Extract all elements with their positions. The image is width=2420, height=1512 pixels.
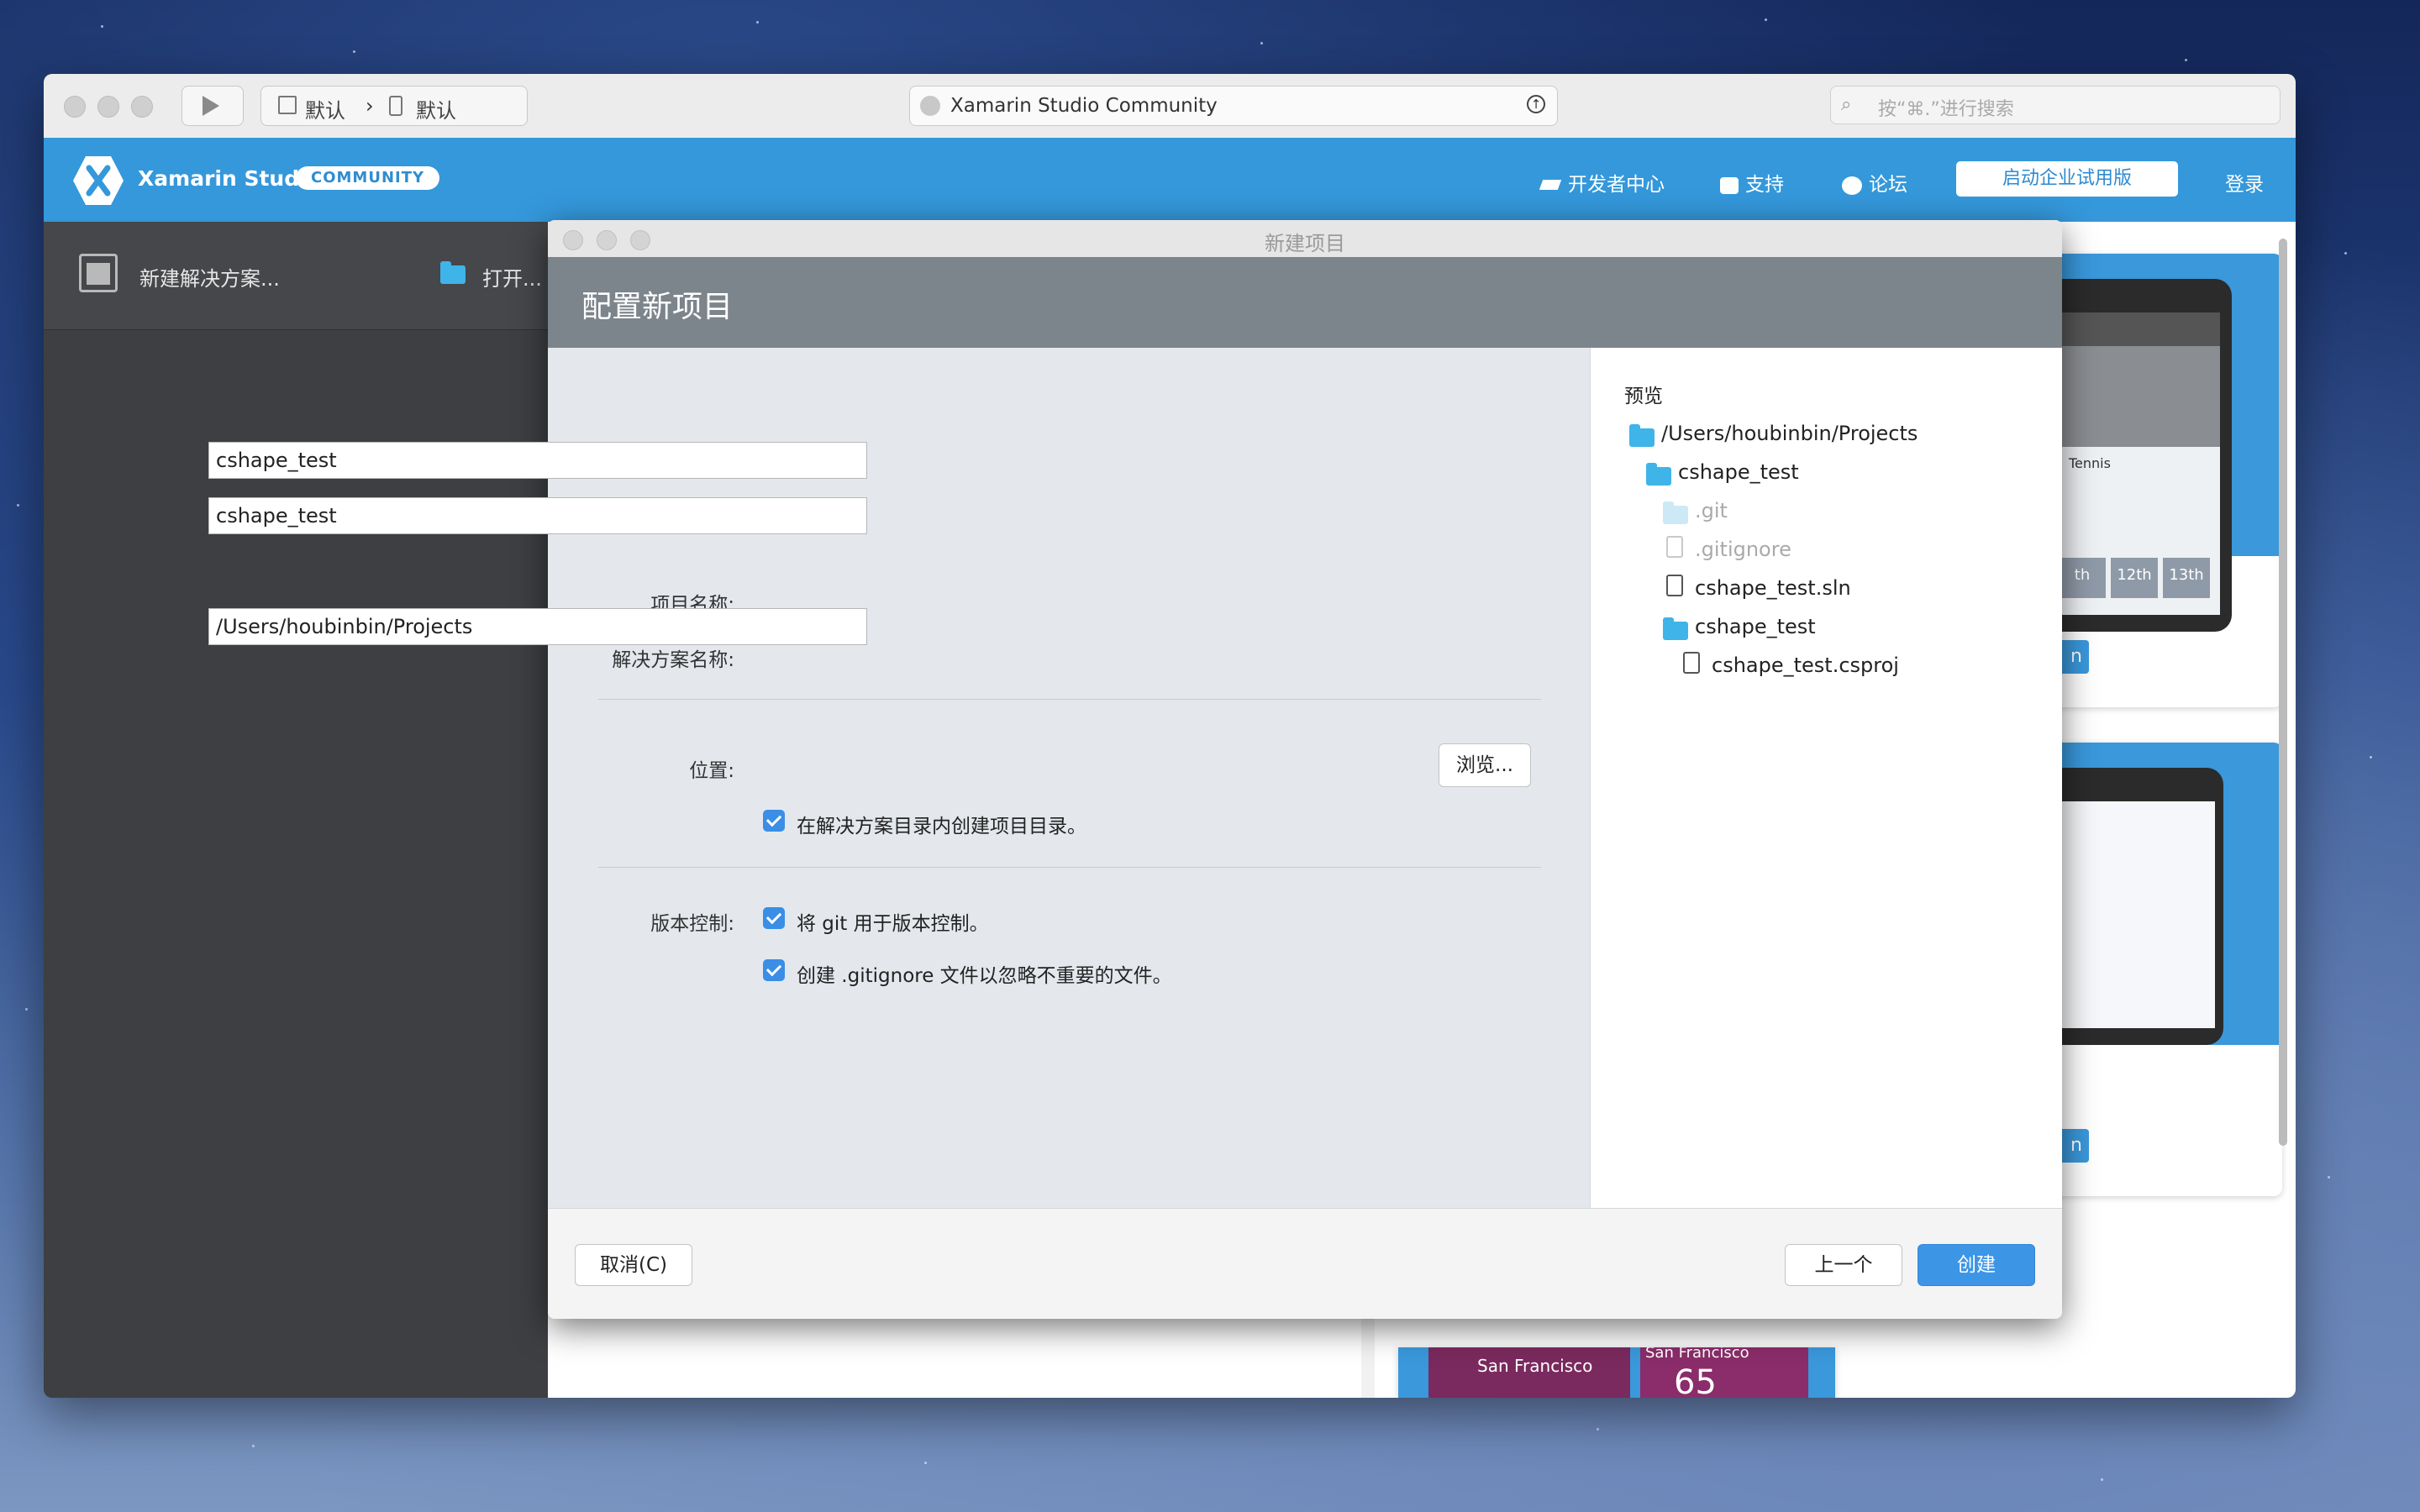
rank-tab: 12th — [2111, 558, 2158, 598]
play-icon — [203, 96, 219, 116]
config-label: 默认 — [305, 99, 345, 123]
gitignore-label: 创建 .gitignore 文件以忽略不重要的文件。 — [797, 965, 1172, 987]
solution-config-icon — [278, 96, 297, 114]
login-link[interactable]: 登录 — [2225, 168, 2264, 197]
sample-card-weather[interactable]: San Francisco San Francisco 65 — [1398, 1347, 1835, 1398]
graduation-cap-icon — [1539, 175, 1562, 197]
open-label: 打开... — [482, 267, 542, 291]
create-project-dir-checkbox[interactable] — [763, 810, 785, 832]
dialog-heading: 配置新项目 — [581, 290, 734, 324]
new-solution-icon — [79, 254, 118, 292]
preview-panel: 预览 /Users/houbinbin/Projects cshape_test… — [1590, 348, 2062, 1208]
welcome-header: Xamarin Studio COMMUNITY 开发者中心 支持 论坛 启动企… — [44, 138, 2296, 222]
run-button[interactable] — [182, 86, 244, 126]
rank-tab: th — [2059, 558, 2106, 598]
folder-icon — [1663, 617, 1688, 640]
device-icon — [389, 96, 402, 116]
tree-item: .gitignore — [1695, 538, 1791, 561]
rank-tab: 13th — [2163, 558, 2210, 598]
minimize-window-button[interactable] — [97, 96, 119, 118]
file-icon — [1666, 575, 1683, 596]
tree-item: /Users/houbinbin/Projects — [1661, 422, 1918, 445]
search-placeholder: 按“⌘.”进行搜索 — [1878, 99, 2014, 120]
new-project-dialog: 新建项目 配置新项目 项目名称: 解决方案名称: 位置: 浏览... 在解决方案… — [208, 220, 2062, 1319]
folder-icon — [440, 261, 466, 284]
first-aid-icon — [1720, 176, 1739, 194]
tree-item: cshape_test.csproj — [1712, 654, 1899, 677]
status-title-box: Xamarin Studio Community ↑ — [909, 86, 1558, 126]
dialog-title: 新建项目 — [1265, 232, 1345, 255]
xamarin-small-icon — [920, 96, 940, 116]
tree-item: .git — [1695, 499, 1728, 522]
location-input[interactable] — [208, 608, 867, 645]
forum-link[interactable]: 论坛 — [1842, 168, 1907, 197]
weather-city: San Francisco — [1645, 1347, 1749, 1362]
configuration-selector[interactable]: 默认 › 默认 — [260, 86, 528, 126]
dialog-titlebar: 新建项目 — [548, 220, 2062, 258]
device-label: 默认 — [416, 99, 456, 123]
solution-name-input[interactable] — [208, 497, 867, 534]
create-project-dir-label: 在解决方案目录内创建项目目录。 — [797, 816, 1086, 837]
gitignore-checkbox[interactable] — [763, 959, 785, 981]
use-git-label: 将 git 用于版本控制。 — [797, 913, 989, 935]
form-divider — [598, 699, 1541, 700]
folder-icon — [1663, 501, 1688, 524]
location-label: 位置: — [689, 760, 734, 782]
solution-actions-bar: 新建解决方案... 打开... — [44, 222, 548, 330]
tree-item: cshape_test — [1695, 615, 1816, 638]
brand-name: Xamarin Studio — [138, 166, 321, 191]
forum-label: 论坛 — [1869, 174, 1907, 196]
folder-icon — [1629, 424, 1655, 447]
support-label: 支持 — [1745, 174, 1784, 196]
file-icon — [1683, 652, 1700, 674]
file-icon — [1666, 536, 1683, 558]
use-git-checkbox[interactable] — [763, 907, 785, 929]
search-icon: ⌕ — [1841, 94, 1852, 115]
chevron-right-icon: › — [366, 94, 374, 118]
chat-bubble-icon — [1842, 176, 1862, 195]
sample-card-tasky[interactable]: n — [2047, 743, 2282, 1196]
cancel-button[interactable]: 取消(C) — [575, 1244, 692, 1286]
preview-title: 预览 — [1624, 386, 1663, 407]
xamarin-logo-icon — [73, 156, 124, 205]
close-window-button[interactable] — [64, 96, 86, 118]
window-title: Xamarin Studio Community — [950, 95, 1218, 117]
form-divider — [598, 867, 1541, 868]
tree-item: cshape_test — [1678, 460, 1799, 484]
search-input[interactable]: ⌕ 按“⌘.”进行搜索 — [1830, 86, 2281, 124]
start-trial-button[interactable]: 启动企业试用版 — [1956, 161, 2178, 197]
weather-temp: 65 — [1674, 1363, 1717, 1398]
developer-center-link[interactable]: 开发者中心 — [1539, 168, 1665, 197]
tree-item: cshape_test.sln — [1695, 576, 1851, 600]
project-config-form: 项目名称: 解决方案名称: 位置: 浏览... 在解决方案目录内创建项目目录。 … — [208, 348, 1590, 1208]
phone-image: Tennis th 12th 13th — [2047, 279, 2232, 632]
edition-badge: COMMUNITY — [296, 166, 440, 190]
browse-button[interactable]: 浏览... — [1439, 743, 1531, 787]
create-button[interactable]: 创建 — [1918, 1244, 2035, 1286]
content-scrollbar[interactable] — [2277, 222, 2289, 1154]
project-name-input[interactable] — [208, 442, 867, 479]
developer-center-label: 开发者中心 — [1568, 174, 1665, 196]
zoom-window-button[interactable] — [131, 96, 153, 118]
new-solution-label: 新建解决方案... — [139, 267, 280, 291]
version-control-label: 版本控制: — [650, 913, 734, 935]
folder-icon — [1646, 463, 1671, 486]
weather-city: San Francisco — [1477, 1356, 1593, 1376]
dialog-header: 配置新项目 — [548, 257, 2062, 348]
new-solution-button[interactable]: 新建解决方案... — [44, 222, 346, 329]
tennis-title: Tennis — [2069, 455, 2111, 471]
dialog-footer: 取消(C) 上一个 创建 — [548, 1208, 2062, 1319]
support-link[interactable]: 支持 — [1720, 168, 1784, 197]
phone-image — [2047, 768, 2223, 1045]
upload-status-icon[interactable]: ↑ — [1527, 95, 1545, 113]
sample-card-tennis[interactable]: Tennis th 12th 13th n — [2047, 254, 2282, 707]
previous-button[interactable]: 上一个 — [1785, 1244, 1902, 1286]
window-toolbar: 默认 › 默认 Xamarin Studio Community ↑ ⌕ 按“⌘… — [44, 74, 2296, 139]
open-button[interactable]: 打开... — [397, 222, 548, 329]
solution-name-label: 解决方案名称: — [612, 649, 734, 671]
